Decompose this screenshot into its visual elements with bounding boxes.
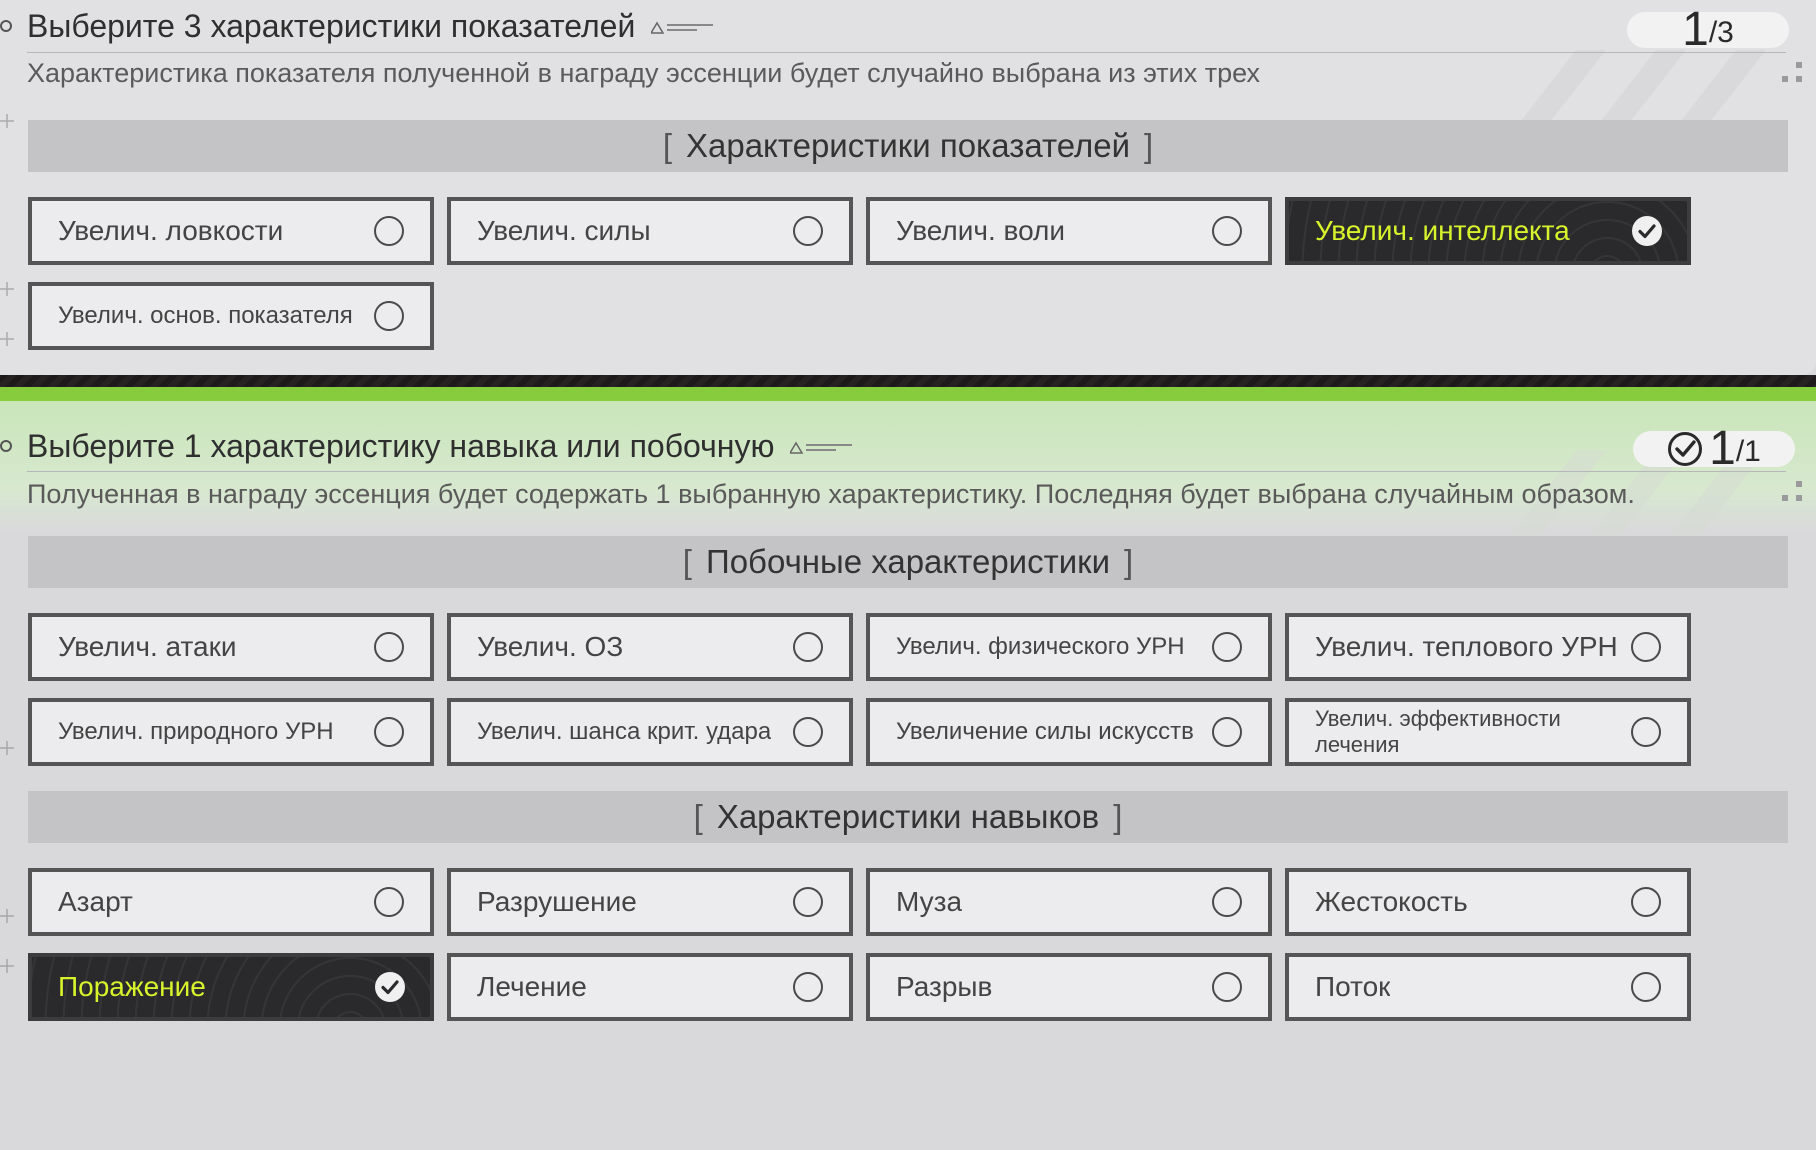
stat-section-title: Выберите 3 характеристики показателей bbox=[27, 8, 717, 45]
radio-icon bbox=[793, 717, 823, 747]
option-azart[interactable]: Азарт bbox=[28, 868, 434, 936]
option-crit-chance[interactable]: Увелич. шанса крит. удара bbox=[447, 698, 853, 766]
radio-icon bbox=[1212, 972, 1242, 1002]
emblem-icon bbox=[790, 441, 853, 454]
option-label: Лечение bbox=[477, 971, 587, 1002]
section-bullet-icon bbox=[0, 440, 12, 452]
counter-current: 1 bbox=[1709, 422, 1736, 475]
option-label: Увеличение силы искусств bbox=[896, 718, 1194, 745]
counter-total: /1 bbox=[1735, 435, 1761, 468]
option-healing[interactable]: Лечение bbox=[447, 953, 853, 1021]
radio-icon bbox=[1631, 632, 1661, 662]
counter-current: 1 bbox=[1682, 3, 1709, 56]
stat-attributes-panel: Выберите 3 характеристики показателей 1 … bbox=[0, 0, 1816, 375]
title-divider bbox=[27, 52, 1786, 53]
radio-icon bbox=[374, 632, 404, 662]
grid-dots-icon bbox=[1782, 62, 1802, 82]
title-divider bbox=[27, 471, 1786, 472]
radio-icon bbox=[1212, 717, 1242, 747]
option-label: Увелич. эффективности лечения bbox=[1315, 706, 1561, 757]
skill-section-description: Полученная в награду эссенция будет соде… bbox=[27, 479, 1635, 509]
option-label: Увелич. шанса крит. удара bbox=[477, 718, 772, 745]
radio-icon bbox=[374, 887, 404, 917]
skill-category-title: Характеристики навыков bbox=[716, 798, 1100, 835]
option-attack[interactable]: Увелич. атаки bbox=[28, 613, 434, 681]
option-label: Увелич. природного УРН bbox=[58, 718, 334, 745]
option-label: Увелич. ловкости bbox=[58, 215, 284, 246]
section-bullet-icon bbox=[0, 20, 12, 32]
option-cruelty[interactable]: Жестокость bbox=[1285, 868, 1691, 936]
stat-category-header: [Характеристики показателей] bbox=[28, 120, 1788, 172]
radio-icon bbox=[1631, 717, 1661, 747]
option-hp[interactable]: Увелич. ОЗ bbox=[447, 613, 853, 681]
stat-section-description: Характеристика показателя полученной в н… bbox=[27, 58, 1261, 88]
skill-attributes-panel: Выберите 1 характеристику навыка или поб… bbox=[0, 401, 1816, 1150]
radio-icon bbox=[374, 717, 404, 747]
option-strength[interactable]: Увелич. силы bbox=[447, 197, 853, 265]
plus-mark-icon bbox=[0, 332, 14, 346]
option-will[interactable]: Увелич. воли bbox=[866, 197, 1272, 265]
radio-icon bbox=[1212, 216, 1242, 246]
secondary-category-title: Побочные характеристики bbox=[705, 543, 1111, 580]
option-label: Увелич. ОЗ bbox=[477, 631, 624, 662]
option-main-stat[interactable]: Увелич. основ. показателя bbox=[28, 282, 434, 350]
skill-section-title: Выберите 1 характеристику навыка или поб… bbox=[27, 428, 856, 465]
option-rupture[interactable]: Разрыв bbox=[866, 953, 1272, 1021]
option-label: Увелич. атаки bbox=[58, 631, 237, 662]
plus-mark-icon bbox=[0, 909, 14, 923]
option-label: Увелич. воли bbox=[896, 215, 1066, 246]
radio-icon bbox=[374, 216, 404, 246]
option-defeat[interactable]: Поражение bbox=[28, 953, 434, 1021]
plus-mark-icon bbox=[0, 114, 14, 128]
option-label: Разрыв bbox=[896, 971, 993, 1002]
section-divider bbox=[0, 375, 1816, 401]
option-label: Увелич. интеллекта bbox=[1315, 215, 1570, 246]
radio-icon bbox=[793, 972, 823, 1002]
radio-icon bbox=[793, 632, 823, 662]
option-heat-dmg[interactable]: Увелич. теплового УРН bbox=[1285, 613, 1691, 681]
secondary-category-header: [Побочные характеристики] bbox=[28, 536, 1788, 588]
option-label: Муза bbox=[896, 886, 963, 917]
option-label: Увелич. силы bbox=[477, 215, 651, 246]
option-label: Жестокость bbox=[1315, 886, 1468, 917]
option-nature-dmg[interactable]: Увелич. природного УРН bbox=[28, 698, 434, 766]
stat-category-title: Характеристики показателей bbox=[685, 127, 1131, 164]
option-label: Поток bbox=[1315, 971, 1391, 1002]
option-label: Разрушение bbox=[477, 886, 637, 917]
option-physical-dmg[interactable]: Увелич. физического УРН bbox=[866, 613, 1272, 681]
stat-selection-counter: 1 /3 bbox=[1627, 3, 1789, 56]
option-flow[interactable]: Поток bbox=[1285, 953, 1691, 1021]
radio-icon bbox=[1212, 632, 1242, 662]
counter-total: /3 bbox=[1708, 16, 1734, 49]
option-agility[interactable]: Увелич. ловкости bbox=[28, 197, 434, 265]
checkmark-icon bbox=[375, 972, 405, 1002]
skill-category-header: [Характеристики навыков] bbox=[28, 791, 1788, 843]
check-complete-icon bbox=[1668, 432, 1703, 466]
option-label: Увелич. теплового УРН bbox=[1315, 631, 1618, 662]
plus-mark-icon bbox=[0, 741, 14, 755]
skill-section-title-text: Выберите 1 характеристику навыка или поб… bbox=[27, 428, 775, 464]
emblem-icon bbox=[651, 21, 714, 34]
option-intellect[interactable]: Увелич. интеллекта bbox=[1285, 197, 1691, 265]
option-muse[interactable]: Муза bbox=[866, 868, 1272, 936]
option-healing-efficiency[interactable]: Увелич. эффективности лечения bbox=[1285, 698, 1691, 766]
radio-icon bbox=[374, 301, 404, 331]
option-label: Азарт bbox=[58, 886, 133, 917]
grid-dots-icon bbox=[1782, 481, 1802, 501]
option-label: Увелич. основ. показателя bbox=[58, 302, 353, 329]
radio-icon bbox=[1212, 887, 1242, 917]
radio-icon bbox=[1631, 887, 1661, 917]
option-label: Увелич. физического УРН bbox=[896, 633, 1185, 660]
plus-mark-icon bbox=[0, 282, 14, 296]
skill-selection-counter: 1 /1 bbox=[1633, 422, 1795, 475]
stat-section-title-text: Выберите 3 характеристики показателей bbox=[27, 8, 636, 44]
option-destruction[interactable]: Разрушение bbox=[447, 868, 853, 936]
checkmark-icon bbox=[1632, 216, 1662, 246]
radio-icon bbox=[793, 216, 823, 246]
option-label: Поражение bbox=[58, 971, 206, 1002]
radio-icon bbox=[793, 887, 823, 917]
plus-mark-icon bbox=[0, 959, 14, 973]
radio-icon bbox=[1631, 972, 1661, 1002]
option-arts-power[interactable]: Увеличение силы искусств bbox=[866, 698, 1272, 766]
